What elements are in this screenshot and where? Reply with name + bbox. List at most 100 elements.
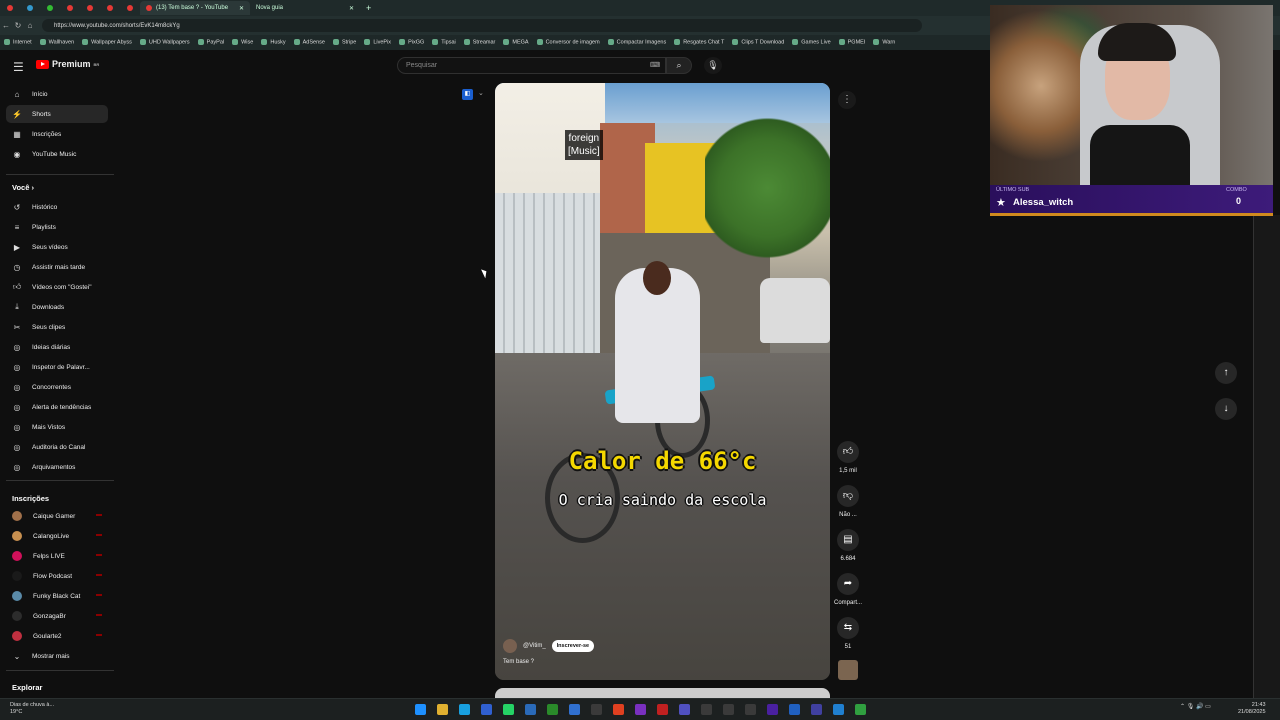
next-short-button[interactable]: ↓ [1215,398,1237,420]
taskbar-app-icon[interactable] [547,704,558,715]
pinned-tab[interactable] [120,1,140,15]
taskbar-app-icon[interactable] [745,704,756,715]
subscription-item[interactable]: Flow Podcast [6,567,108,585]
sound-thumbnail[interactable] [838,660,858,680]
subscription-item[interactable]: Goularte2 [6,627,108,645]
taskbar-app-icon[interactable] [767,704,778,715]
bookmark-item[interactable]: Wallpaper Abyss [82,39,132,46]
sidebar-item[interactable]: ◎ Alerta de tendências [6,398,108,416]
clock[interactable]: 21:43 21/08/2025 [1238,702,1266,716]
subscription-item[interactable]: GonzagaBr [6,607,108,625]
close-icon[interactable]: ✕ [349,5,354,12]
mic-button[interactable]: 🎙 [704,57,722,74]
sidebar-item[interactable]: ◷ Assistir mais tarde [6,258,108,276]
you-section-title[interactable]: Você › [12,183,34,192]
reload-icon[interactable]: ↻ [12,21,24,30]
sidebar-item[interactable]: ▦ Inscrições [6,125,108,143]
taskbar-app-icon[interactable] [811,704,822,715]
bookmark-item[interactable]: UHD Wallpapers [140,39,190,46]
taskbar-app-icon[interactable] [525,704,536,715]
short-video-player[interactable]: foreign [Music] Calor de 66°c O cria sai… [495,83,830,680]
sidebar-item[interactable]: ↺ Histórico [6,198,108,216]
comments-button[interactable]: ▤ 6.684 [832,529,864,562]
video-title[interactable]: Tem base ? [503,659,534,665]
pinned-tab[interactable] [80,1,100,15]
sidebar-item[interactable]: ◎ Ideias diárias [6,338,108,356]
subscription-item[interactable]: Felps LIVE [6,547,108,565]
weather-widget[interactable]: Dias de chuva à... 19°C [10,702,54,716]
taskbar-app-icon[interactable] [789,704,800,715]
taskbar-app-icon[interactable] [679,704,690,715]
bookmark-item[interactable]: LivePix [364,39,391,46]
bookmark-item[interactable]: PayPal [198,39,224,46]
search-button[interactable]: ⌕ [666,57,692,74]
search-input[interactable]: Pesquisar [397,57,666,74]
bookmark-item[interactable]: Internet [4,39,32,46]
taskbar-app-icon[interactable] [635,704,646,715]
new-tab-button[interactable]: + [360,1,377,15]
url-field[interactable]: https://www.youtube.com/shorts/EvK14m8ck… [42,19,922,32]
share-button[interactable]: ➦ Compart... [832,573,864,606]
page-scrollbar[interactable] [1253,215,1280,698]
sidebar-item[interactable]: ⤓ Downloads [6,298,108,316]
remix-button[interactable]: ⇆ 51 [832,617,864,650]
taskbar-app-icon[interactable] [855,704,866,715]
bookmark-item[interactable]: Stripe [333,39,356,46]
system-tray[interactable]: ⌃ 🎙 🔊 ▭ [1180,703,1211,710]
sidebar-item[interactable]: ◎ Auditoria do Canal [6,438,108,456]
bookmark-item[interactable]: Clips T Download [732,39,784,46]
bookmark-item[interactable]: Husky [261,39,285,46]
pinned-tab[interactable] [20,1,40,15]
channel-avatar[interactable] [503,639,517,653]
channel-name[interactable]: @Vitim_ [523,643,546,649]
dislike-button[interactable]: 👎︎ Não ... [832,485,864,518]
like-button[interactable]: 👍︎ 1,5 mil [832,441,864,474]
back-icon[interactable]: ← [0,21,12,30]
sidebar-item[interactable]: ◎ Concorrentes [6,378,108,396]
pinned-tab[interactable] [0,1,20,15]
sidebar-item[interactable]: ◎ Inspetor de Palavr... [6,358,108,376]
subscription-item[interactable]: Caique Gamer [6,507,108,525]
show-more-button[interactable]: ⌄ Mostrar mais [6,647,108,665]
bookmark-item[interactable]: Wallhaven [40,39,74,46]
tab-youtube[interactable]: (13) Tem base ? - YouTube ✕ [140,1,250,15]
chevron-down-icon[interactable]: ⌄ [478,89,484,97]
bookmark-item[interactable]: AdSense [294,39,325,46]
keyboard-icon[interactable]: ⌨ [650,61,660,69]
sidebar-item[interactable]: ◉ YouTube Music [6,145,108,163]
sidebar-item[interactable]: ✂ Seus clipes [6,318,108,336]
taskbar-app-icon[interactable] [459,704,470,715]
sidebar-item[interactable]: ◎ Mais Vistos [6,418,108,436]
sidebar-item[interactable]: ≡ Playlists [6,218,108,236]
bookmark-item[interactable]: Wise [232,39,253,46]
taskbar-app-icon[interactable] [503,704,514,715]
taskbar-app-icon[interactable] [569,704,580,715]
subscribe-button[interactable]: Inscrever-se [551,640,595,652]
youtube-logo[interactable]: Premium BR [36,59,99,69]
bookmark-item[interactable]: Compactar Imagens [608,39,667,46]
taskbar-app-icon[interactable] [657,704,668,715]
home-icon[interactable]: ⌂ [24,21,36,30]
menu-icon[interactable]: ☰ [13,60,24,74]
close-icon[interactable]: ✕ [239,5,244,12]
subscription-item[interactable]: CalangoLive [6,527,108,545]
previous-short-button[interactable]: ↑ [1215,362,1237,384]
bookmark-item[interactable]: MEGA [503,39,528,46]
taskbar-app-icon[interactable] [437,704,448,715]
taskbar-app-icon[interactable] [415,704,426,715]
taskbar-app-icon[interactable] [833,704,844,715]
bookmark-item[interactable]: Resgates Chat T [674,39,724,46]
tab-new[interactable]: Nova guia ✕ [250,1,360,15]
subscription-item[interactable]: Funky Black Cat [6,587,108,605]
bookmark-item[interactable]: Games Live [792,39,830,46]
pinned-tab[interactable] [40,1,60,15]
taskbar-app-icon[interactable] [613,704,624,715]
taskbar-app-icon[interactable] [701,704,712,715]
extension-badge-icon[interactable]: ◧ [462,89,473,100]
taskbar-app-icon[interactable] [591,704,602,715]
bookmark-item[interactable]: Conversor de imagem [537,39,600,46]
sidebar-item[interactable]: ⌂ Início [6,85,108,103]
bookmark-item[interactable]: Streamar [464,39,496,46]
bookmark-item[interactable]: PixGG [399,39,424,46]
sidebar-item[interactable]: 👍︎ Vídeos com "Gostei" [6,278,108,296]
